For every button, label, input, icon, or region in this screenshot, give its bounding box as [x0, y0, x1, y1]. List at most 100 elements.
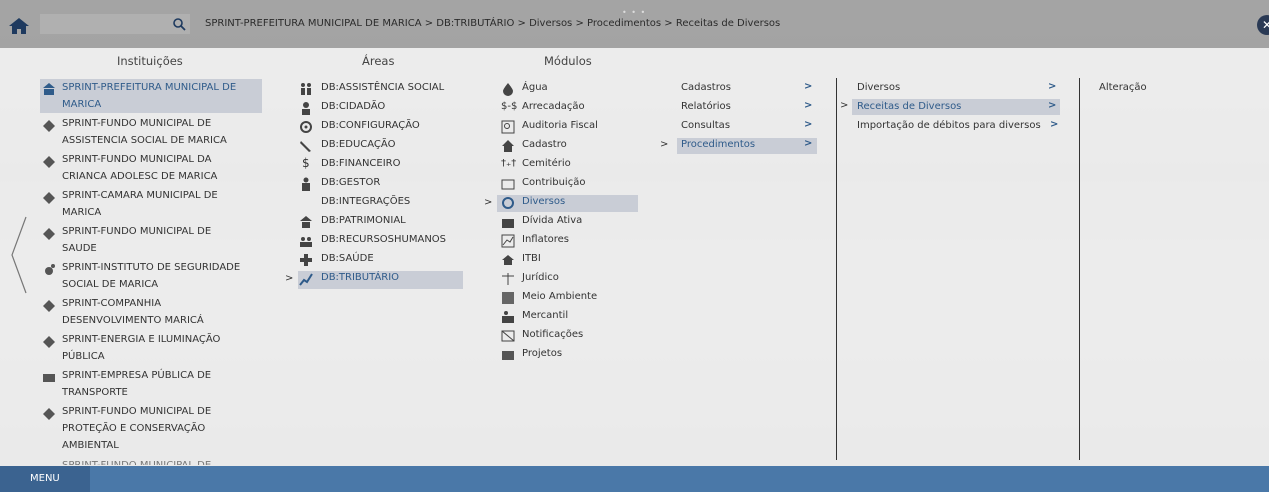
instituicao-item[interactable]: SPRINT-INSTITUTO DE SEGURIDADE — [62, 259, 240, 276]
instituicao-item[interactable]: SPRINT-FUNDO MUNICIPAL DE — [62, 115, 211, 132]
menu1-item[interactable]: Relatórios — [681, 98, 731, 115]
institution-icon — [43, 408, 55, 420]
health-cross-icon — [300, 254, 312, 266]
institution-icon — [43, 120, 55, 132]
instituicao-item-cont[interactable]: AMBIENTAL — [62, 437, 119, 454]
water-drop-icon — [503, 83, 513, 96]
search-icon[interactable] — [172, 17, 186, 31]
trend-icon — [299, 273, 313, 286]
menu-button[interactable]: MENU — [0, 466, 90, 492]
modulo-item[interactable]: Cemitério — [522, 155, 571, 172]
header-areas: Áreas — [362, 54, 395, 68]
bottom-bar — [0, 466, 1269, 492]
instituicao-item-cont[interactable]: TRANSPORTE — [62, 384, 128, 401]
header-modulos: Módulos — [544, 54, 592, 68]
area-item[interactable]: DB:GESTOR — [321, 174, 380, 191]
submenu-arrow-icon: > — [804, 119, 813, 130]
property-icon — [502, 255, 514, 265]
chart-icon — [501, 234, 515, 248]
area-item[interactable]: DB:PATRIMONIAL — [321, 212, 406, 229]
scroll-left-icon[interactable] — [8, 215, 30, 295]
instituicao-item-cont[interactable]: MARICA — [62, 96, 101, 113]
menu1-item[interactable]: Cadastros — [681, 79, 731, 96]
instituicao-item-cont[interactable]: PÚBLICA — [62, 348, 105, 365]
area-item[interactable]: DB:CIDADÃO — [321, 98, 385, 115]
menu2-item-selected[interactable]: Receitas de Diversos — [857, 98, 961, 115]
instituicao-item-cont[interactable]: DESENVOLVIMENTO MARICÁ — [62, 312, 204, 329]
instituicao-item[interactable]: SPRINT-COMPANHIA — [62, 295, 161, 312]
area-item[interactable]: DB:ASSISTÊNCIA SOCIAL — [321, 79, 444, 96]
modulo-item[interactable]: Meio Ambiente — [522, 288, 597, 305]
instituicao-item[interactable]: SPRINT-PREFEITURA MUNICIPAL DE — [62, 79, 236, 96]
instituicao-item[interactable]: SPRINT-ENERGIA E ILUMINAÇÃO — [62, 331, 220, 348]
area-item[interactable]: DB:CONFIGURAÇÃO — [321, 117, 420, 134]
modulo-item[interactable]: Notificações — [522, 326, 583, 343]
area-item-selected[interactable]: DB:TRIBUTÁRIO — [321, 269, 399, 286]
home-icon[interactable] — [8, 17, 30, 35]
modulo-item-selected[interactable]: Diversos — [522, 193, 565, 210]
drag-grip[interactable]: • • • — [622, 8, 646, 17]
environment-icon — [502, 292, 514, 304]
money-icon: $-$ — [501, 101, 518, 112]
header-instituicoes: Instituições — [117, 54, 183, 68]
instituicao-item[interactable]: SPRINT-FUNDO MUNICIPAL DE — [62, 403, 211, 420]
modulo-item[interactable]: Auditoria Fiscal — [522, 117, 598, 134]
instituicao-item[interactable]: SPRINT-FUNDO MUNICIPAL DE — [62, 223, 211, 240]
instituicao-item-cont[interactable]: SAUDE — [62, 240, 97, 257]
diversos-icon — [502, 197, 514, 209]
area-item[interactable]: DB:FINANCEIRO — [321, 155, 401, 172]
institution-icon — [43, 156, 55, 168]
instituicao-item-cont[interactable]: ASSISTENCIA SOCIAL DE MARICA — [62, 132, 227, 149]
submenu-arrow-icon: > — [804, 100, 813, 111]
column-divider — [836, 78, 837, 460]
submenu-arrow-icon: > — [804, 81, 813, 92]
modulo-item[interactable]: Água — [522, 79, 548, 96]
menu1-item[interactable]: Consultas — [681, 117, 730, 134]
modulo-item[interactable]: Arrecadação — [522, 98, 585, 115]
menu2-item[interactable]: Importação de débitos para diversos — [857, 117, 1041, 134]
breadcrumb: SPRINT-PREFEITURA MUNICIPAL DE MARICA > … — [205, 18, 781, 29]
modulo-item[interactable]: Inflatores — [522, 231, 569, 248]
submenu-arrow-icon: > — [804, 138, 813, 149]
notification-icon — [501, 330, 515, 342]
instituicao-item-cont[interactable]: CRIANCA ADOLESC DE MARICA — [62, 168, 217, 185]
modulo-item[interactable]: Jurídico — [522, 269, 559, 286]
area-item[interactable]: DB:RECURSOSHUMANOS — [321, 231, 446, 248]
submenu-arrow-icon: > — [1048, 81, 1057, 92]
institute-icon — [45, 264, 55, 275]
modulo-item[interactable]: Contribuição — [522, 174, 585, 191]
institution-icon — [43, 228, 55, 240]
chevron-right-icon: > — [484, 197, 493, 208]
institution-icon — [43, 336, 55, 348]
search-input[interactable] — [40, 14, 190, 34]
instituicao-item[interactable]: SPRINT-EMPRESA PÚBLICA DE — [62, 367, 211, 384]
instituicao-item-cont[interactable]: SOCIAL DE MARICA — [62, 276, 158, 293]
instituicao-item-cont[interactable]: MARICA — [62, 204, 101, 221]
selected-modulo-bg — [497, 195, 638, 212]
debt-icon — [502, 219, 514, 228]
institution-icon — [43, 300, 55, 312]
instituicao-item[interactable]: SPRINT-CAMARA MUNICIPAL DE — [62, 187, 218, 204]
settings-icon — [300, 121, 312, 133]
transport-icon — [43, 374, 55, 382]
area-item[interactable]: DB:EDUCAÇÃO — [321, 136, 395, 153]
modulo-item[interactable]: Mercantil — [522, 307, 568, 324]
modulo-item[interactable]: Projetos — [522, 345, 562, 362]
area-item[interactable]: DB:INTEGRAÇÕES — [321, 193, 410, 210]
chevron-right-icon: > — [840, 100, 849, 111]
contribution-icon — [501, 179, 515, 190]
instituicao-item[interactable]: SPRINT-FUNDO MUNICIPAL DA — [62, 151, 212, 168]
submenu-arrow-icon: > — [1050, 119, 1059, 130]
modulo-item[interactable]: Cadastro — [522, 136, 567, 153]
menu2-item[interactable]: Diversos — [857, 79, 900, 96]
pencil-icon — [300, 141, 311, 152]
audit-icon — [501, 120, 515, 134]
instituicao-item-partial[interactable]: SPRINT-FUNDO MUNICIPAL DE — [62, 457, 211, 465]
modulo-item[interactable]: ITBI — [522, 250, 541, 267]
area-item[interactable]: DB:SAÚDE — [321, 250, 374, 267]
menu1-item-selected[interactable]: Procedimentos — [681, 136, 755, 153]
menu3-item[interactable]: Alteração — [1099, 79, 1147, 96]
city-hall-icon — [43, 83, 55, 95]
instituicao-item-cont[interactable]: PROTEÇÃO E CONSERVAÇÃO — [62, 420, 205, 437]
modulo-item[interactable]: Dívida Ativa — [522, 212, 582, 229]
